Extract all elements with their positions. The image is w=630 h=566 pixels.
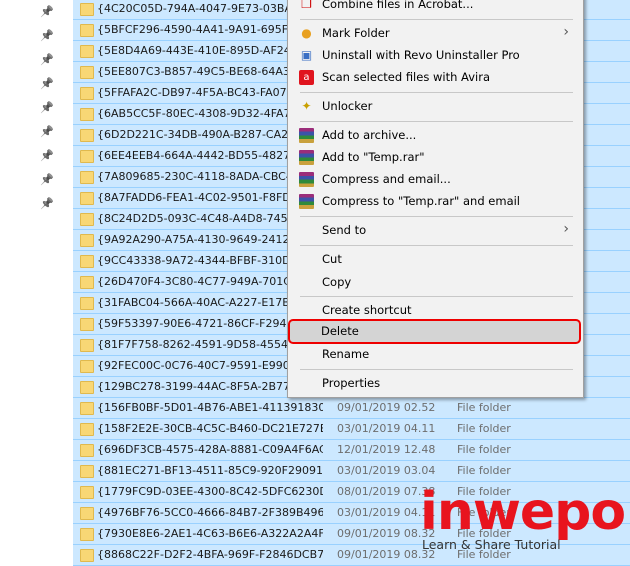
magic-wand-icon: ✦ (301, 99, 312, 113)
menu-item-rename[interactable]: Rename (290, 343, 581, 365)
folder-icon (80, 87, 94, 100)
menu-separator (300, 92, 573, 93)
watermark-logo: inwepo (420, 482, 626, 542)
file-row[interactable]: {696DF3CB-4575-428A-8881-C09A4F6AC... 12… (73, 440, 630, 461)
file-name: {7930E8E6-2AE1-4C63-B6E6-A322A2A4FE... (97, 527, 323, 540)
folder-icon (80, 486, 94, 499)
watermark-tagline: Learn & Share Tutorial (422, 537, 561, 552)
folder-icon (80, 3, 94, 16)
folder-icon (80, 549, 94, 562)
menu-item-cut[interactable]: Cut (290, 248, 581, 270)
winrar-icon (299, 194, 314, 209)
pin-icon[interactable]: 📌 (40, 126, 54, 138)
folder-icon (80, 66, 94, 79)
navigation-pane: 📌 📌 📌 📌 📌 📌 📌 📌 📌 (0, 0, 72, 560)
menu-item-avira-scan[interactable]: a Scan selected files with Avira (290, 66, 581, 88)
folder-icon (80, 465, 94, 478)
menu-item-mark-folder[interactable]: ● Mark Folder › (290, 22, 581, 44)
file-row[interactable]: {158F2E2E-30CB-4C5C-B460-DC21E727B6... 0… (73, 419, 630, 440)
winrar-icon (299, 172, 314, 187)
folder-icon (80, 318, 94, 331)
date-modified: 03/01/2019 03.04 (337, 464, 436, 477)
menu-item-combine-acrobat[interactable]: ❐ Combine files in Acrobat... (290, 0, 581, 15)
folder-icon (80, 276, 94, 289)
menu-separator (300, 121, 573, 122)
folder-icon (80, 24, 94, 37)
folder-icon (80, 108, 94, 121)
file-name: {4976BF76-5CC0-4666-84B7-2F389B49682... (97, 506, 323, 519)
menu-item-send-to[interactable]: Send to › (290, 219, 581, 241)
acrobat-icon: ❐ (301, 0, 312, 11)
folder-icon (80, 402, 94, 415)
folder-icon (80, 129, 94, 142)
file-type: File folder (457, 401, 511, 414)
menu-item-add-archive[interactable]: Add to archive... (290, 124, 581, 146)
menu-separator (300, 296, 573, 297)
menu-item-properties[interactable]: Properties (290, 372, 581, 394)
menu-item-revo-uninstall[interactable]: ▣ Uninstall with Revo Uninstaller Pro (290, 44, 581, 66)
file-type: File folder (457, 464, 511, 477)
folder-icon (80, 423, 94, 436)
menu-item-delete[interactable]: Delete (288, 319, 581, 344)
winrar-icon (299, 150, 314, 165)
file-row[interactable]: {881EC271-BF13-4511-85C9-920F29091423} 0… (73, 461, 630, 482)
menu-item-copy[interactable]: Copy (290, 271, 581, 293)
folder-icon (80, 213, 94, 226)
menu-item-unlocker[interactable]: ✦ Unlocker (290, 95, 581, 117)
folder-icon (80, 45, 94, 58)
folder-icon (80, 192, 94, 205)
file-name: {696DF3CB-4575-428A-8881-C09A4F6AC... (97, 443, 323, 456)
date-modified: 03/01/2019 04.11 (337, 422, 436, 435)
menu-item-create-shortcut[interactable]: Create shortcut (290, 299, 581, 321)
folder-icon (80, 297, 94, 310)
menu-item-add-temp-rar[interactable]: Add to "Temp.rar" (290, 146, 581, 168)
pin-icon[interactable]: 📌 (40, 150, 54, 162)
folder-icon (80, 381, 94, 394)
menu-separator (300, 19, 573, 20)
date-modified: 09/01/2019 02.52 (337, 401, 436, 414)
folder-icon (80, 360, 94, 373)
mark-folder-icon: ● (301, 26, 312, 40)
file-row[interactable]: {156FB0BF-5D01-4B76-ABE1-411391830B... 0… (73, 398, 630, 419)
folder-icon (80, 507, 94, 520)
file-name: {158F2E2E-30CB-4C5C-B460-DC21E727B6... (97, 422, 323, 435)
pin-icon[interactable]: 📌 (40, 174, 54, 186)
pin-icon[interactable]: 📌 (40, 30, 54, 42)
folder-icon (80, 234, 94, 247)
folder-icon (80, 150, 94, 163)
menu-separator (300, 216, 573, 217)
file-type: File folder (457, 443, 511, 456)
pin-icon[interactable]: 📌 (40, 54, 54, 66)
menu-separator (300, 369, 573, 370)
inwepo-watermark: inwepo Learn & Share Tutorial (420, 482, 626, 560)
folder-icon (80, 171, 94, 184)
pin-icon[interactable]: 📌 (40, 6, 54, 18)
folder-icon (80, 444, 94, 457)
pin-icon[interactable]: 📌 (40, 78, 54, 90)
pin-icon[interactable]: 📌 (40, 198, 54, 210)
file-type: File folder (457, 422, 511, 435)
chevron-right-icon: › (563, 24, 569, 40)
menu-item-compress-email[interactable]: Compress and email... (290, 168, 581, 190)
delete-label: Delete (321, 324, 359, 338)
menu-separator (300, 245, 573, 246)
folder-icon (80, 339, 94, 352)
file-name: {881EC271-BF13-4511-85C9-920F29091423} (97, 464, 323, 477)
chevron-right-icon: › (563, 221, 569, 237)
file-name: {1779FC9D-03EE-4300-8C42-5DFC6230D6... (97, 485, 323, 498)
revo-uninstaller-icon: ▣ (300, 48, 313, 62)
pin-icon[interactable]: 📌 (40, 102, 54, 114)
menu-item-compress-temp-email[interactable]: Compress to "Temp.rar" and email (290, 190, 581, 212)
folder-icon (80, 255, 94, 268)
winrar-icon (299, 128, 314, 143)
date-modified: 12/01/2019 12.48 (337, 443, 436, 456)
folder-icon (80, 528, 94, 541)
file-name: {8868C22F-D2F2-4BFA-969F-F2846DCB74... (97, 548, 323, 561)
avira-icon: a (299, 70, 314, 85)
file-name: {156FB0BF-5D01-4B76-ABE1-411391830B... (97, 401, 323, 414)
